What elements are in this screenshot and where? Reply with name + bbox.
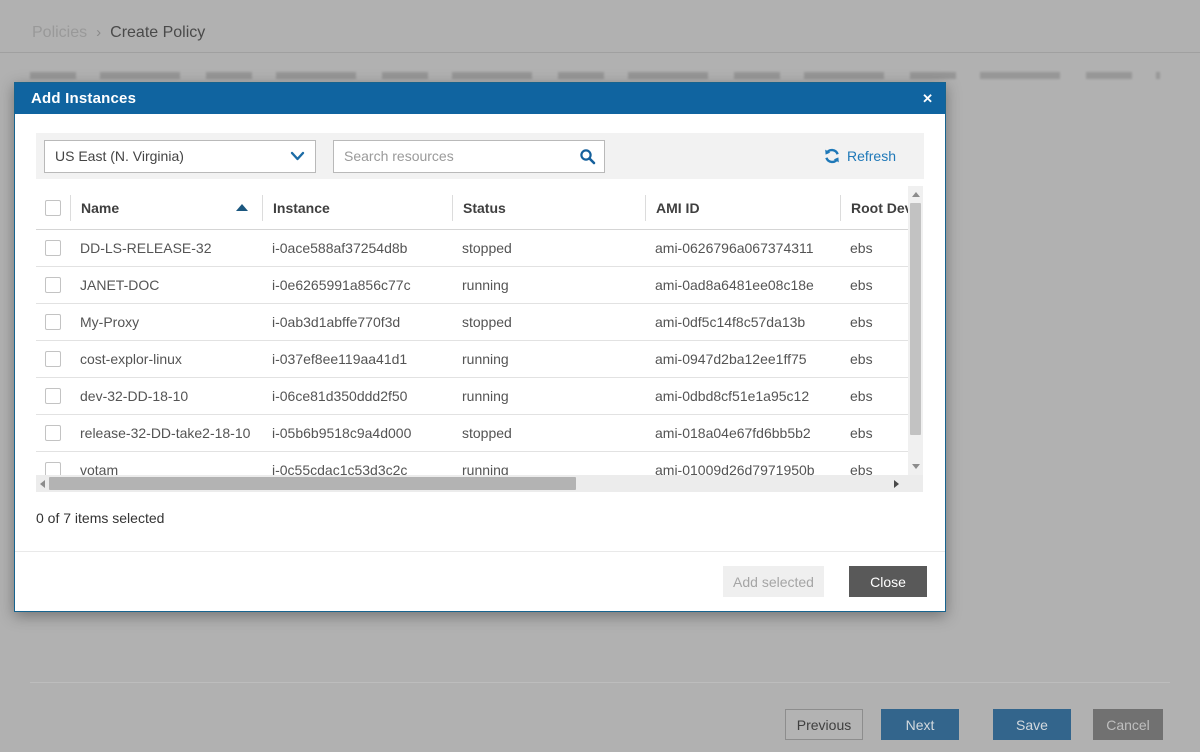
column-header-instance[interactable]: Instance bbox=[262, 195, 452, 221]
modal-body: US East (N. Virginia) Re bbox=[15, 114, 945, 526]
cell-status: stopped bbox=[452, 425, 645, 441]
cell-root-device: ebs bbox=[840, 277, 908, 293]
horizontal-scrollbar[interactable] bbox=[36, 475, 923, 492]
cell-name: votam bbox=[70, 462, 262, 475]
vertical-scrollbar-thumb[interactable] bbox=[910, 203, 921, 435]
cell-name: My-Proxy bbox=[70, 314, 262, 330]
close-button[interactable]: Close bbox=[849, 566, 927, 597]
instances-table: Name Instance Status AMI ID Root Dev DD-… bbox=[36, 186, 923, 492]
sort-ascending-icon bbox=[236, 204, 248, 211]
cell-instance: i-037ef8ee119aa41d1 bbox=[262, 351, 452, 367]
add-selected-button[interactable]: Add selected bbox=[723, 566, 824, 597]
cell-instance: i-0ace588af37254d8b bbox=[262, 240, 452, 256]
cell-ami-id: ami-01009d26d7971950b bbox=[645, 462, 840, 475]
cell-ami-id: ami-0ad8a6481ee08c18e bbox=[645, 277, 840, 293]
close-icon[interactable]: ✕ bbox=[922, 92, 933, 105]
add-instances-modal: Add Instances ✕ US East (N. Virginia) bbox=[14, 82, 946, 612]
cell-ami-id: ami-0df5c14f8c57da13b bbox=[645, 314, 840, 330]
row-checkbox[interactable] bbox=[45, 425, 61, 441]
cell-instance: i-0e6265991a856c77c bbox=[262, 277, 452, 293]
row-checkbox[interactable] bbox=[45, 462, 61, 475]
refresh-icon bbox=[824, 148, 840, 164]
select-all-checkbox[interactable] bbox=[45, 200, 61, 216]
cell-ami-id: ami-018a04e67fd6bb5b2 bbox=[645, 425, 840, 441]
modal-title: Add Instances bbox=[31, 90, 136, 107]
cell-root-device: ebs bbox=[840, 425, 908, 441]
cell-instance: i-05b6b9518c9a4d000 bbox=[262, 425, 452, 441]
vertical-scrollbar[interactable] bbox=[908, 186, 923, 475]
table-row[interactable]: dev-32-DD-18-10 i-06ce81d350ddd2f50 runn… bbox=[36, 378, 908, 415]
cell-instance: i-0ab3d1abffe770f3d bbox=[262, 314, 452, 330]
breadcrumb-create-policy: Create Policy bbox=[110, 24, 205, 41]
column-header-root-device[interactable]: Root Dev bbox=[840, 195, 908, 221]
cancel-button[interactable]: Cancel bbox=[1093, 709, 1163, 740]
scroll-down-icon[interactable] bbox=[912, 464, 920, 469]
modal-footer: Add selected Close bbox=[15, 551, 945, 611]
table-row[interactable]: votam i-0c55cdac1c53d3c2c running ami-01… bbox=[36, 452, 908, 475]
table-viewport: Name Instance Status AMI ID Root Dev DD-… bbox=[36, 186, 908, 475]
column-header-ami-id[interactable]: AMI ID bbox=[645, 195, 840, 221]
cell-name: DD-LS-RELEASE-32 bbox=[70, 240, 262, 256]
scroll-left-icon[interactable] bbox=[40, 480, 45, 488]
dimmed-background-text bbox=[30, 72, 1160, 79]
cell-ami-id: ami-0947d2ba12ee1ff75 bbox=[645, 351, 840, 367]
scroll-right-icon[interactable] bbox=[894, 480, 899, 488]
modal-header: Add Instances ✕ bbox=[15, 83, 945, 114]
breadcrumb: Policies › Create Policy bbox=[32, 24, 205, 42]
search-input[interactable] bbox=[344, 148, 579, 164]
table-row[interactable]: release-32-DD-take2-18-10 i-05b6b9518c9a… bbox=[36, 415, 908, 452]
region-dropdown[interactable]: US East (N. Virginia) bbox=[44, 140, 316, 173]
next-button[interactable]: Next bbox=[881, 709, 959, 740]
row-checkbox[interactable] bbox=[45, 388, 61, 404]
page-footer-divider bbox=[30, 682, 1170, 683]
refresh-label: Refresh bbox=[847, 148, 896, 164]
refresh-button[interactable]: Refresh bbox=[824, 148, 896, 164]
cell-name: dev-32-DD-18-10 bbox=[70, 388, 262, 404]
column-header-name[interactable]: Name bbox=[70, 195, 262, 221]
horizontal-scrollbar-thumb[interactable] bbox=[49, 477, 576, 490]
chevron-down-icon bbox=[290, 151, 305, 161]
table-row[interactable]: DD-LS-RELEASE-32 i-0ace588af37254d8b sto… bbox=[36, 230, 908, 267]
row-checkbox[interactable] bbox=[45, 351, 61, 367]
column-header-status[interactable]: Status bbox=[452, 195, 645, 221]
row-checkbox[interactable] bbox=[45, 277, 61, 293]
breadcrumb-policies[interactable]: Policies bbox=[32, 24, 87, 41]
breadcrumb-separator-icon: › bbox=[96, 24, 101, 41]
cell-root-device: ebs bbox=[840, 388, 908, 404]
table-row[interactable]: My-Proxy i-0ab3d1abffe770f3d stopped ami… bbox=[36, 304, 908, 341]
scroll-up-icon[interactable] bbox=[912, 192, 920, 197]
cell-name: release-32-DD-take2-18-10 bbox=[70, 425, 262, 441]
table-row[interactable]: cost-explor-linux i-037ef8ee119aa41d1 ru… bbox=[36, 341, 908, 378]
cell-status: running bbox=[452, 462, 645, 475]
search-icon[interactable] bbox=[579, 148, 596, 165]
cell-status: running bbox=[452, 388, 645, 404]
previous-button[interactable]: Previous bbox=[785, 709, 863, 740]
cell-name: cost-explor-linux bbox=[70, 351, 262, 367]
cell-ami-id: ami-0626796a067374311 bbox=[645, 240, 840, 256]
cell-root-device: ebs bbox=[840, 314, 908, 330]
cell-instance: i-06ce81d350ddd2f50 bbox=[262, 388, 452, 404]
save-button[interactable]: Save bbox=[993, 709, 1071, 740]
cell-root-device: ebs bbox=[840, 351, 908, 367]
region-dropdown-value: US East (N. Virginia) bbox=[55, 148, 184, 164]
cell-status: running bbox=[452, 351, 645, 367]
cell-root-device: ebs bbox=[840, 240, 908, 256]
table-header-row: Name Instance Status AMI ID Root Dev bbox=[36, 186, 908, 230]
cell-name: JANET-DOC bbox=[70, 277, 262, 293]
row-checkbox[interactable] bbox=[45, 240, 61, 256]
search-box bbox=[333, 140, 605, 173]
top-bar: Policies › Create Policy bbox=[0, 0, 1200, 53]
table-row[interactable]: JANET-DOC i-0e6265991a856c77c running am… bbox=[36, 267, 908, 304]
cell-status: running bbox=[452, 277, 645, 293]
cell-root-device: ebs bbox=[840, 462, 908, 475]
cell-status: stopped bbox=[452, 240, 645, 256]
select-all-cell bbox=[36, 195, 70, 221]
row-checkbox[interactable] bbox=[45, 314, 61, 330]
modal-toolbar: US East (N. Virginia) Re bbox=[36, 133, 924, 179]
cell-status: stopped bbox=[452, 314, 645, 330]
cell-instance: i-0c55cdac1c53d3c2c bbox=[262, 462, 452, 475]
selection-summary: 0 of 7 items selected bbox=[36, 510, 924, 526]
cell-ami-id: ami-0dbd8cf51e1a95c12 bbox=[645, 388, 840, 404]
